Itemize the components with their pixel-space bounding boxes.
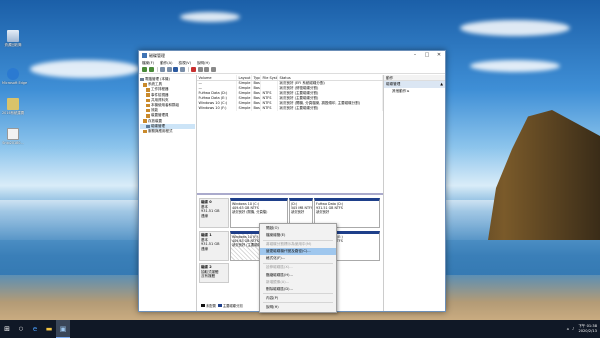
column-header[interactable]: Status — [278, 75, 383, 80]
cloud — [180, 12, 240, 22]
volume-cell: NTFS — [261, 106, 278, 111]
event-icon — [146, 93, 150, 97]
column-header[interactable]: Volume — [197, 75, 237, 80]
volume-cell: Windows 10 (F:) — [197, 106, 237, 111]
toolbar-separator — [157, 67, 158, 72]
users-icon — [146, 103, 150, 108]
services-icon — [143, 129, 147, 134]
context-menu-item[interactable]: 檔案總管(E) — [260, 232, 336, 239]
file-icon — [7, 128, 19, 140]
show-tree-icon[interactable] — [160, 67, 165, 72]
edge-icon — [7, 68, 19, 80]
cloud — [30, 60, 140, 78]
legend-label: 未配置 — [206, 304, 216, 308]
disk-icon — [146, 124, 150, 129]
computer-management-icon[interactable]: ▣ — [56, 320, 70, 338]
list-icon[interactable] — [179, 67, 185, 72]
column-header[interactable]: Type — [252, 75, 261, 80]
desktop-icon-label: 資源回收筒 — [4, 43, 22, 47]
disk-label[interactable]: 磁碟 0 基本 931.51 GB 連線 — [199, 198, 229, 228]
desktop-icon-label: Snip20180... — [2, 141, 24, 145]
context-menu-item: 新增鏡像(A)... — [266, 279, 290, 284]
close-button[interactable]: ✕ — [433, 51, 445, 60]
context-menu-item[interactable]: 刪除磁碟區(D)... — [260, 286, 336, 293]
start-button[interactable]: ⊞ — [0, 320, 14, 338]
maximize-button[interactable]: □ — [421, 51, 433, 60]
computer-icon — [140, 77, 144, 82]
back-icon[interactable] — [142, 67, 147, 72]
storage-icon — [143, 119, 147, 123]
context-menu: 開啟(O) 檔案總管(E) 將磁碟分割標示為使用中(M) 變更磁碟機代號及路徑(C).… — [259, 223, 337, 314]
context-menu-item[interactable]: 說明(H) — [260, 304, 336, 311]
search-icon[interactable]: ○ — [14, 320, 28, 338]
volume-list: Volume Layout Type File System Status —S… — [197, 75, 383, 195]
menu-view[interactable]: 檢視(V) — [179, 61, 191, 66]
delete-icon[interactable] — [191, 67, 196, 72]
desktop-icon-file[interactable]: Snip20180... — [2, 128, 24, 145]
context-menu-item[interactable]: 開啟(O) — [260, 225, 336, 232]
task-icon — [146, 88, 150, 92]
desktop-icon-folder[interactable]: 2016系統建置 — [2, 98, 24, 115]
context-menu-item[interactable]: 內容(P) — [260, 295, 336, 302]
file-explorer-icon[interactable]: ▬ — [42, 320, 56, 338]
recycle-bin-icon — [7, 30, 19, 42]
menu-file[interactable]: 檔案(F) — [142, 61, 154, 66]
folder-icon — [7, 98, 19, 110]
forward-icon[interactable] — [148, 67, 154, 72]
legend: 未配置 主要磁碟分割 — [199, 303, 243, 308]
collapse-icon: ▲ — [440, 82, 443, 86]
taskbar: ⊞ ○ e ▬ ▣ ⌂ ♪ 下午 01:38 2020/2/13 — [0, 320, 600, 338]
network-icon[interactable]: ⌂ — [567, 327, 569, 331]
clock[interactable]: 下午 01:38 2020/2/13 — [578, 324, 597, 334]
minimize-button[interactable]: – — [409, 51, 421, 60]
desktop-icon-label: Microsoft Edge — [2, 81, 28, 85]
title-bar[interactable]: 磁碟管理 – □ ✕ — [139, 51, 445, 60]
menu-action[interactable]: 動作(A) — [160, 61, 172, 66]
checkmark-icon[interactable] — [197, 67, 203, 72]
system-tray: ⌂ ♪ 下午 01:38 2020/2/13 — [567, 324, 600, 334]
window-title: 磁碟管理 — [149, 52, 165, 58]
volume-icon[interactable]: ♪ — [572, 327, 574, 331]
disk-label[interactable]: 磁碟 1 基本 931.51 GB 連線 — [199, 231, 229, 261]
app-icon — [142, 53, 147, 58]
column-header[interactable]: Layout — [237, 75, 252, 80]
cloud — [470, 60, 560, 72]
context-menu-item[interactable]: 壓縮磁碟區(H)... — [260, 272, 336, 279]
cloud — [460, 20, 570, 36]
navigation-tree: 電腦管理 (本機) 系統工具 工作排程器 事件檢視器 共用資料夾 本機使用者和群… — [139, 75, 197, 311]
actions-section[interactable]: 磁碟管理 ▲ — [384, 81, 445, 88]
edge-icon[interactable]: e — [28, 320, 42, 338]
desktop-icon-edge[interactable]: Microsoft Edge — [2, 68, 28, 85]
performance-icon — [146, 108, 150, 113]
actions-pane: 動作 磁碟管理 ▲ 其他動作 ▸ — [383, 75, 445, 311]
device-icon — [146, 114, 150, 118]
view-icon[interactable] — [210, 67, 216, 72]
tools-icon — [143, 83, 147, 87]
help-icon[interactable] — [173, 67, 178, 72]
search-icon[interactable] — [204, 67, 209, 72]
context-menu-item: 將磁碟分割標示為使用中(M) — [266, 242, 312, 247]
disk-label[interactable]: 磁碟 2 抽取式媒體 沒有媒體 — [199, 263, 229, 283]
toolbar-separator — [188, 67, 189, 72]
properties-icon[interactable] — [166, 67, 172, 72]
column-header[interactable]: File System — [261, 75, 278, 80]
desktop-icon-recycle-bin[interactable]: 資源回收筒 — [2, 30, 24, 47]
volume-cell: Basic — [253, 106, 261, 111]
menu-help[interactable]: 說明(H) — [197, 61, 210, 66]
action-more[interactable]: 其他動作 ▸ — [384, 88, 445, 95]
folder-icon — [146, 98, 150, 103]
context-menu-item[interactable]: 格式化(F)... — [260, 255, 336, 262]
legend-swatch — [201, 304, 205, 307]
volume-row[interactable]: Windows 10 (F:)SimpleBasicNTFS狀況良好 (主要磁碟… — [197, 106, 383, 111]
context-menu-item[interactable]: 變更磁碟機代號及路徑(C)... — [260, 248, 336, 256]
legend-label: 主要磁碟分割 — [222, 304, 243, 308]
context-menu-item: 延伸磁碟區(X)... — [266, 265, 293, 270]
volume-cell: 狀況良好 (主要磁碟分割) — [278, 106, 383, 111]
desktop-icon-label: 2016系統建置 — [2, 111, 25, 115]
chevron-right-icon: ▸ — [407, 89, 410, 93]
tree-item[interactable]: 服務與應用程式 — [140, 129, 195, 134]
toolbar — [139, 66, 445, 74]
legend-swatch — [217, 304, 222, 307]
volume-cell: Simple — [238, 106, 252, 111]
